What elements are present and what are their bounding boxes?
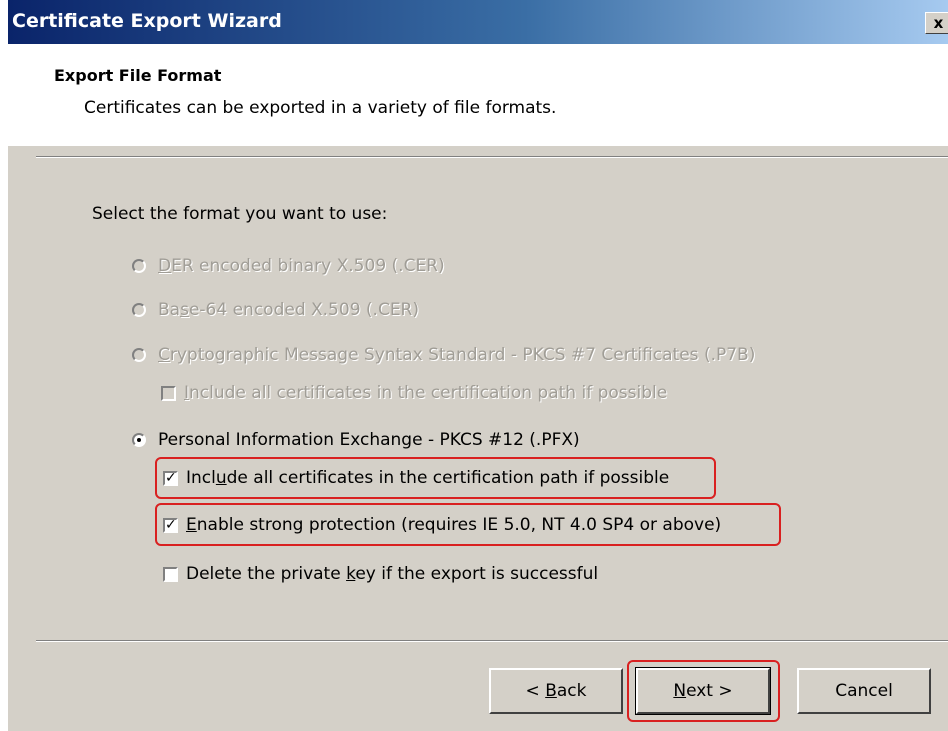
back-button[interactable]: < Back [489, 668, 623, 714]
radio-button-selected[interactable] [132, 433, 146, 447]
checkbox-delete-private-key-label: Delete the private key if the export is … [186, 564, 599, 584]
checkbox[interactable] [163, 566, 178, 582]
page-subtitle: Certificates can be exported in a variet… [84, 98, 557, 118]
format-prompt: Select the format you want to use: [92, 204, 388, 224]
radio-der-cer[interactable]: DER encoded binary X.509 (.CER) [132, 256, 445, 276]
radio-button[interactable] [132, 303, 146, 317]
cancel-button[interactable]: Cancel [797, 668, 931, 714]
radio-base64-cer[interactable]: Base-64 encoded X.509 (.CER) [132, 300, 419, 320]
checkbox-checked[interactable]: ✓ [163, 517, 178, 533]
radio-der-cer-label: DER encoded binary X.509 (.CER) [158, 256, 445, 276]
radio-pkcs12-pfx-label: Personal Information Exchange - PKCS #12… [158, 430, 580, 450]
radio-button[interactable] [132, 259, 146, 273]
checkbox-checked[interactable]: ✓ [163, 470, 178, 486]
close-button[interactable]: x [925, 12, 948, 34]
radio-pkcs7-p7b[interactable]: Cryptographic Message Syntax Standard - … [132, 345, 755, 365]
close-icon: x [933, 14, 944, 32]
checkbox-strong-protection-label: Enable strong protection (requires IE 5.… [186, 515, 722, 535]
window-title: Certificate Export Wizard [12, 10, 282, 32]
next-button[interactable]: Next > [635, 667, 771, 715]
radio-pkcs7-p7b-label: Cryptographic Message Syntax Standard - … [158, 345, 756, 365]
checkbox-delete-private-key[interactable]: Delete the private key if the export is … [163, 564, 598, 584]
checkbox-p7b-include-all-label: Include all certificates in the certific… [184, 383, 668, 403]
checkbox-p7b-include-all[interactable]: Include all certificates in the certific… [161, 383, 667, 403]
checkbox-strong-protection[interactable]: ✓ Enable strong protection (requires IE … [163, 515, 721, 535]
radio-pkcs12-pfx[interactable]: Personal Information Exchange - PKCS #12… [132, 430, 580, 450]
checkbox-pfx-include-all[interactable]: ✓ Include all certificates in the certif… [163, 468, 669, 488]
page-title: Export File Format [54, 66, 222, 85]
checkbox[interactable] [161, 385, 176, 401]
radio-base64-cer-label: Base-64 encoded X.509 (.CER) [158, 300, 420, 320]
header-separator [36, 156, 948, 158]
wizard-header: Export File Format Certificates can be e… [8, 44, 948, 146]
title-bar[interactable]: Certificate Export Wizard x [8, 0, 948, 44]
footer-separator [36, 640, 948, 642]
checkbox-pfx-include-all-label: Include all certificates in the certific… [186, 468, 670, 488]
radio-button[interactable] [132, 348, 146, 362]
